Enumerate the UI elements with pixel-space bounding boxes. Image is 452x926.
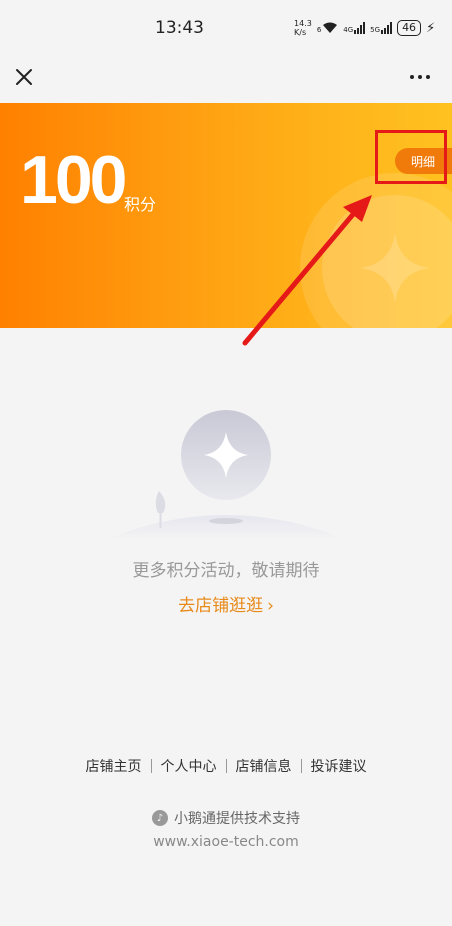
charging-icon: ⚡	[426, 20, 436, 36]
signal-5g-label: 5G	[370, 26, 381, 34]
footer-links: 店铺主页 个人中心 店铺信息 投诉建议	[0, 756, 452, 776]
nav-bar	[0, 55, 452, 102]
footer-divider	[300, 759, 302, 773]
status-bar: 13:43 14.3 K/s 6 4G 5G 46 ⚡	[0, 0, 452, 55]
footer-link-complaint[interactable]: 投诉建议	[311, 756, 367, 776]
battery-level: 46	[402, 21, 417, 34]
wifi-icon: 6	[317, 22, 338, 34]
network-speed-value: 14.3	[294, 19, 312, 28]
site-url: www.xiaoe-tech.com	[153, 834, 299, 850]
visit-shop-link[interactable]: 去店铺逛逛 ›	[0, 591, 452, 616]
network-speed: 14.3 K/s	[294, 19, 312, 37]
tech-support-text: 小鹅通提供技术支持	[174, 811, 300, 827]
battery-icon: 46	[397, 20, 422, 36]
signal-4g-icon: 4G	[343, 22, 366, 34]
signal-4g-label: 4G	[343, 26, 354, 34]
more-icon[interactable]	[406, 65, 434, 89]
footer-divider	[225, 759, 227, 773]
points-unit: 积分	[124, 195, 157, 214]
signal-5g-icon: 5G	[370, 22, 393, 34]
coin-star-icon	[360, 233, 430, 303]
xiaoe-logo-icon: ♪	[152, 810, 168, 826]
annotation-highlight-box	[375, 130, 447, 184]
visit-shop-label: 去店铺逛逛	[178, 596, 264, 616]
footer-link-shop-home[interactable]: 店铺主页	[86, 756, 142, 776]
footer-link-personal-center[interactable]: 个人中心	[161, 756, 217, 776]
status-icons: 14.3 K/s 6 4G 5G 46 ⚡	[294, 17, 435, 39]
points-value: 100	[20, 142, 127, 218]
footer-link-shop-info[interactable]: 店铺信息	[236, 756, 292, 776]
close-icon[interactable]	[12, 65, 36, 89]
tech-support: ♪ 小鹅通提供技术支持	[0, 808, 452, 828]
status-time: 13:43	[155, 18, 204, 38]
chevron-right-icon: ›	[267, 596, 274, 616]
empty-illustration	[105, 410, 347, 540]
empty-message: 更多积分活动，敬请期待	[132, 561, 320, 581]
footer-divider	[150, 759, 152, 773]
wifi-label: 6	[316, 26, 322, 34]
network-speed-unit: K/s	[294, 28, 307, 37]
